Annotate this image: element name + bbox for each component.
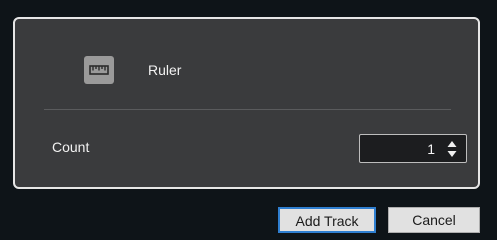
spin-arrows-icon[interactable] <box>447 140 457 158</box>
add-track-panel: Ruler Count 1 <box>13 17 480 189</box>
count-stepper[interactable]: 1 <box>359 134 467 163</box>
count-label: Count <box>52 139 90 155</box>
add-track-button[interactable]: Add Track <box>278 207 376 233</box>
divider <box>44 109 451 110</box>
ruler-icon <box>84 56 114 84</box>
track-type-label: Ruler <box>148 62 182 78</box>
count-value[interactable]: 1 <box>427 141 435 157</box>
cancel-button[interactable]: Cancel <box>388 207 480 233</box>
